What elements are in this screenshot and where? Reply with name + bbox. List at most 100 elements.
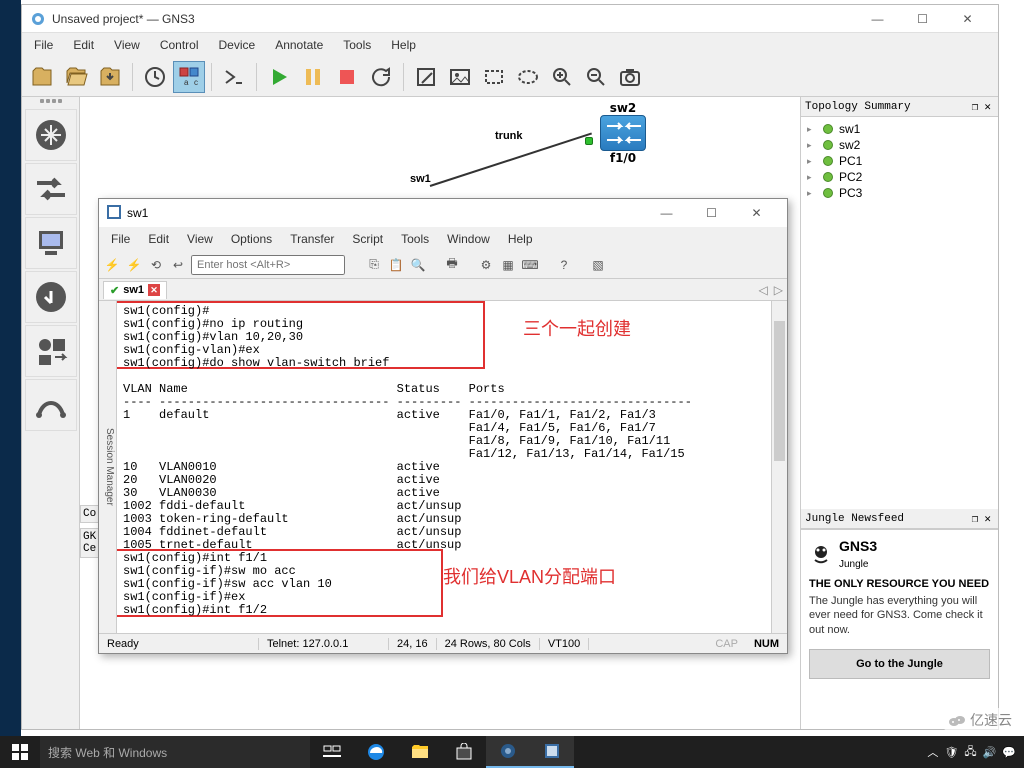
panel-close-icon[interactable]: ✕ <box>981 100 994 114</box>
store-icon[interactable] <box>442 736 486 768</box>
save-project-icon[interactable] <box>94 61 126 93</box>
tray-chevron-icon[interactable]: ︿ <box>927 744 938 760</box>
menu-annotate[interactable]: Annotate <box>267 36 331 54</box>
device-sw2[interactable]: sw2 f1/0 <box>600 101 646 165</box>
tray-network-icon[interactable]: 🖧 <box>964 743 976 762</box>
all-devices-icon[interactable] <box>25 325 77 377</box>
menu-help[interactable]: Help <box>383 36 424 54</box>
securecrt-taskbar-icon[interactable] <box>530 736 574 768</box>
help-icon[interactable]: ? <box>555 256 573 274</box>
terminal-output[interactable]: sw1(config)# sw1(config)#no ip routing s… <box>117 301 771 633</box>
term-menu-help[interactable]: Help <box>500 230 541 248</box>
open-project-icon[interactable] <box>60 61 92 93</box>
session-options-icon[interactable]: ▦ <box>499 256 517 274</box>
menu-control[interactable]: Control <box>152 36 207 54</box>
tray-shield-icon[interactable]: 🛡 <box>944 746 958 759</box>
terminal-scrollbar[interactable] <box>771 301 787 633</box>
tray-notifications-icon[interactable]: 💬 <box>1002 746 1016 759</box>
system-tray[interactable]: ︿ 🛡 🖧 🔊 💬 <box>919 743 1024 762</box>
panel-undock-icon[interactable]: ❐ <box>969 100 982 114</box>
menu-view[interactable]: View <box>106 36 148 54</box>
host-input[interactable] <box>191 255 345 275</box>
zoom-out-icon[interactable] <box>580 61 612 93</box>
toggle-icon[interactable]: ▧ <box>589 256 607 274</box>
term-menu-edit[interactable]: Edit <box>140 230 177 248</box>
end-devices-icon[interactable] <box>25 217 77 269</box>
terminal-tab-sw1[interactable]: ✔ sw1 ✕ <box>103 281 167 299</box>
go-to-jungle-button[interactable]: Go to the Jungle <box>809 649 990 679</box>
add-link-icon[interactable] <box>25 379 77 431</box>
start-icon[interactable] <box>263 61 295 93</box>
reload-icon[interactable] <box>365 61 397 93</box>
snapshot-icon[interactable] <box>139 61 171 93</box>
panel-undock-icon[interactable]: ❐ <box>969 512 982 526</box>
tab-next-icon[interactable]: ▷ <box>774 283 783 297</box>
menu-device[interactable]: Device <box>211 36 264 54</box>
connect-icon[interactable]: ⚡ <box>103 256 121 274</box>
session-manager-tab[interactable]: Session Manager <box>99 301 117 633</box>
term-close-button[interactable]: ✕ <box>734 199 779 227</box>
menu-edit[interactable]: Edit <box>65 36 102 54</box>
pause-icon[interactable] <box>297 61 329 93</box>
draw-ellipse-icon[interactable] <box>512 61 544 93</box>
gns3-taskbar-icon[interactable] <box>486 736 530 768</box>
tray-volume-icon[interactable]: 🔊 <box>983 746 997 759</box>
start-button[interactable] <box>0 736 40 768</box>
tab-close-icon[interactable]: ✕ <box>148 284 160 296</box>
new-project-icon[interactable] <box>26 61 58 93</box>
topology-title-text: Topology Summary <box>805 101 911 113</box>
gns3-titlebar: Unsaved project* — GNS3 — ☐ ✕ <box>22 5 998 33</box>
console-icon[interactable] <box>218 61 250 93</box>
topology-item-pc3[interactable]: ▸PC3 <box>805 185 994 201</box>
paste-icon[interactable]: 📋 <box>387 256 405 274</box>
tab-prev-icon[interactable]: ◁ <box>759 283 768 297</box>
zoom-in-icon[interactable] <box>546 61 578 93</box>
taskbar-search[interactable]: 搜索 Web 和 Windows <box>40 736 310 768</box>
security-devices-icon[interactable] <box>25 271 77 323</box>
maximize-button[interactable]: ☐ <box>900 5 945 33</box>
topology-item-pc2[interactable]: ▸PC2 <box>805 169 994 185</box>
term-menu-view[interactable]: View <box>179 230 221 248</box>
newsfeed-headline: THE ONLY RESOURCE YOU NEED <box>809 578 990 590</box>
term-menu-file[interactable]: File <box>103 230 138 248</box>
draw-rect-icon[interactable] <box>478 61 510 93</box>
screenshot-icon[interactable] <box>614 61 646 93</box>
reconnect-icon[interactable]: ⟲ <box>147 256 165 274</box>
topology-item-sw1[interactable]: ▸sw1 <box>805 121 994 137</box>
switches-icon[interactable] <box>25 163 77 215</box>
topology-list[interactable]: ▸sw1 ▸sw2 ▸PC1 ▸PC2 ▸PC3 <box>801 117 998 509</box>
trunk-label: trunk <box>495 130 523 142</box>
routers-icon[interactable] <box>25 109 77 161</box>
insert-image-icon[interactable] <box>444 61 476 93</box>
term-maximize-button[interactable]: ☐ <box>689 199 734 227</box>
disconnect-icon[interactable]: ↩ <box>169 256 187 274</box>
term-menu-transfer[interactable]: Transfer <box>282 230 342 248</box>
keymap-icon[interactable]: ⌨ <box>521 256 539 274</box>
edge-icon[interactable] <box>354 736 398 768</box>
term-minimize-button[interactable]: — <box>644 199 689 227</box>
switch-icon <box>600 115 646 151</box>
panel-close-icon[interactable]: ✕ <box>981 512 994 526</box>
topology-item-pc1[interactable]: ▸PC1 <box>805 153 994 169</box>
term-menu-window[interactable]: Window <box>439 230 498 248</box>
annotate-note-icon[interactable] <box>410 61 442 93</box>
topology-item-sw2[interactable]: ▸sw2 <box>805 137 994 153</box>
quick-connect-icon[interactable]: ⚡ <box>125 256 143 274</box>
print-icon[interactable]: 🖶 <box>443 256 461 274</box>
term-menu-script[interactable]: Script <box>344 230 391 248</box>
stop-icon[interactable] <box>331 61 363 93</box>
term-menu-tools[interactable]: Tools <box>393 230 437 248</box>
find-icon[interactable]: 🔍 <box>409 256 427 274</box>
file-explorer-icon[interactable] <box>398 736 442 768</box>
menu-file[interactable]: File <box>26 36 61 54</box>
scrollbar-thumb[interactable] <box>774 321 785 461</box>
settings-icon[interactable]: ⚙ <box>477 256 495 274</box>
copy-icon[interactable]: ⎘ <box>365 256 383 274</box>
show-labels-icon[interactable]: ac <box>173 61 205 93</box>
minimize-button[interactable]: — <box>855 5 900 33</box>
dock-handle[interactable] <box>24 99 78 107</box>
task-view-icon[interactable] <box>310 736 354 768</box>
menu-tools[interactable]: Tools <box>335 36 379 54</box>
close-button[interactable]: ✕ <box>945 5 990 33</box>
term-menu-options[interactable]: Options <box>223 230 280 248</box>
